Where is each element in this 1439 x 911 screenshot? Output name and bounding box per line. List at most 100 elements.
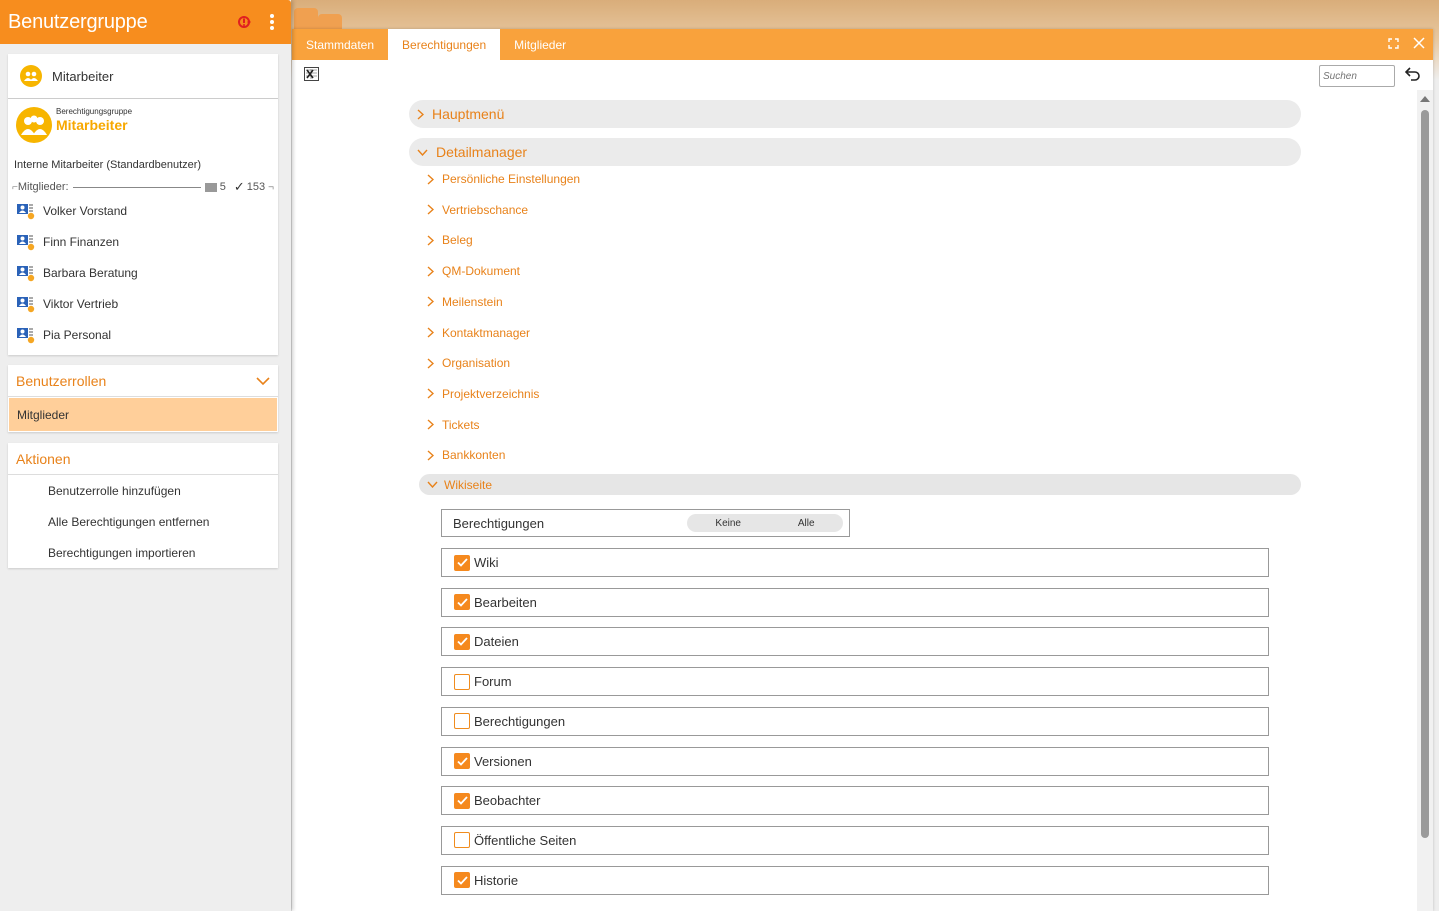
section-detailmanager[interactable]: Detailmanager: [409, 138, 1301, 166]
detail-item-label: Bankkonten: [442, 448, 506, 463]
section-hauptmenu[interactable]: Hauptmenü: [409, 100, 1301, 128]
chevron-right-icon: [427, 327, 434, 338]
section-label: Hauptmenü: [432, 106, 505, 122]
actions-header: Aktionen: [8, 443, 278, 475]
scrollbar[interactable]: [1417, 90, 1433, 911]
left-panel: Benutzergruppe Mitarbeiter Berechtigungs…: [0, 0, 291, 911]
section-wikiseite[interactable]: Wikiseite: [419, 474, 1301, 495]
excel-export-icon[interactable]: [304, 66, 319, 84]
permission-group-name[interactable]: Mitarbeiter: [56, 117, 132, 133]
detail-item[interactable]: Persönliche Einstellungen: [427, 168, 580, 190]
tab-stammdaten[interactable]: Stammdaten: [292, 29, 388, 60]
permission-row[interactable]: Historie: [441, 865, 1269, 895]
permission-checkbox[interactable]: [454, 713, 470, 730]
detail-item[interactable]: Vertriebschance: [427, 199, 528, 221]
group-header[interactable]: Mitarbeiter: [8, 54, 278, 99]
permission-label: Bearbeiten: [474, 594, 537, 610]
detail-item[interactable]: Tickets: [427, 414, 480, 436]
chevron-right-icon: [427, 388, 434, 399]
alert-icon[interactable]: [233, 11, 255, 33]
member-name: Pia Personal: [43, 327, 112, 342]
member-name: Finn Finanzen: [43, 234, 120, 249]
close-icon[interactable]: [1413, 37, 1425, 52]
contact-person-icon: [17, 295, 35, 313]
toggle-none[interactable]: Keine: [715, 518, 741, 529]
none-all-toggle[interactable]: Keine Alle: [687, 514, 843, 532]
permission-row[interactable]: Berechtigungen: [441, 706, 1269, 736]
scroll-thumb[interactable]: [1421, 110, 1429, 838]
detail-item[interactable]: Bankkonten: [427, 444, 505, 466]
toggle-all[interactable]: Alle: [798, 518, 815, 529]
detail-item[interactable]: Beleg: [427, 229, 473, 251]
permission-label: Forum: [474, 674, 512, 690]
permission-group-label: Berechtigungsgruppe: [56, 107, 133, 116]
contact-card-icon: [204, 182, 217, 192]
detail-item[interactable]: QM-Dokument: [427, 260, 520, 282]
detail-item[interactable]: Organisation: [427, 352, 510, 374]
actions-title: Aktionen: [16, 450, 71, 467]
roles-header[interactable]: Benutzerrollen: [8, 365, 278, 397]
permission-checkbox[interactable]: [454, 872, 470, 889]
permission-label: Öffentliche Seiten: [474, 832, 577, 848]
permission-row[interactable]: Dateien: [441, 627, 1269, 657]
permission-row[interactable]: Forum: [441, 667, 1269, 697]
member-item[interactable]: Pia Personal: [8, 319, 278, 350]
detail-item[interactable]: Kontaktmanager: [427, 322, 530, 344]
detail-item[interactable]: Meilenstein: [427, 291, 503, 313]
scroll-up-arrow[interactable]: [1420, 96, 1430, 102]
detail-item-label: Tickets: [442, 417, 480, 432]
detail-item[interactable]: Projektverzeichnis: [427, 383, 539, 405]
chevron-right-icon: [427, 358, 434, 369]
permission-row[interactable]: Versionen: [441, 746, 1269, 776]
contact-person-icon: [17, 202, 35, 220]
member-item[interactable]: Volker Vorstand: [8, 195, 278, 226]
permission-checkbox[interactable]: [454, 792, 470, 809]
tab-berechtigungen[interactable]: Berechtigungen: [388, 29, 501, 60]
permission-checkbox[interactable]: [454, 594, 470, 611]
permission-label: Wiki: [474, 555, 499, 570]
chevron-right-icon: [417, 108, 424, 120]
permission-checkbox[interactable]: [454, 673, 470, 690]
permission-group-icon: [16, 107, 52, 143]
permissions-header-label: Berechtigungen: [453, 515, 545, 531]
permission-label: Berechtigungen: [474, 713, 566, 729]
member-item[interactable]: Barbara Beratung: [8, 257, 278, 288]
detail-item-label: Kontaktmanager: [442, 325, 531, 340]
permission-row[interactable]: Beobachter: [441, 786, 1269, 816]
member-item[interactable]: Viktor Vertrieb: [8, 288, 278, 319]
permission-checkbox[interactable]: [454, 554, 470, 571]
search-input[interactable]: [1319, 65, 1395, 87]
main-window: StammdatenBerechtigungenMitglieder Haupt…: [292, 29, 1433, 911]
detail-item-label: Meilenstein: [442, 294, 503, 309]
detail-item-label: Persönliche Einstellungen: [442, 172, 581, 186]
action-item[interactable]: Benutzerrolle hinzufügen: [8, 475, 278, 506]
undo-icon[interactable]: [1404, 67, 1421, 84]
chevron-down-icon[interactable]: [256, 373, 270, 389]
action-item[interactable]: Berechtigungen importieren: [8, 537, 278, 568]
permission-row[interactable]: Öffentliche Seiten: [441, 825, 1269, 855]
chevron-right-icon: [427, 173, 434, 185]
permission-checkbox[interactable]: [454, 832, 470, 849]
chevron-down-icon: [427, 481, 438, 488]
group-icon: [20, 65, 42, 87]
action-item[interactable]: Alle Berechtigungen entfernen: [8, 506, 278, 537]
members-summary: ⌐ Mitglieder: 5 ✓ 153 ¬: [8, 179, 278, 195]
maximize-icon[interactable]: [1388, 37, 1399, 52]
panel-header: Benutzergruppe: [0, 0, 291, 44]
member-name: Barbara Beratung: [43, 265, 138, 280]
permission-checkbox[interactable]: [454, 633, 470, 650]
role-item-mitglieder[interactable]: Mitglieder: [9, 398, 277, 431]
member-list: Volker Vorstand Finn Finanzen Barbara Bera…: [8, 195, 278, 350]
permissions-header: Berechtigungen Keine Alle: [441, 509, 850, 537]
corner-mark: ¬: [268, 181, 274, 193]
roles-list: Mitglieder: [8, 398, 278, 431]
member-item[interactable]: Finn Finanzen: [8, 226, 278, 257]
actions-list: Benutzerrolle hinzufügen Alle Berechtigun…: [8, 475, 278, 568]
permission-checkbox[interactable]: [454, 753, 470, 769]
tab-mitglieder[interactable]: Mitglieder: [500, 29, 580, 60]
more-menu-icon[interactable]: [261, 11, 283, 33]
permission-row[interactable]: Bearbeiten: [441, 587, 1269, 617]
permission-row[interactable]: Wiki: [441, 548, 1269, 577]
permission-label: Dateien: [474, 634, 519, 650]
members-label: Mitglieder:: [17, 181, 69, 193]
